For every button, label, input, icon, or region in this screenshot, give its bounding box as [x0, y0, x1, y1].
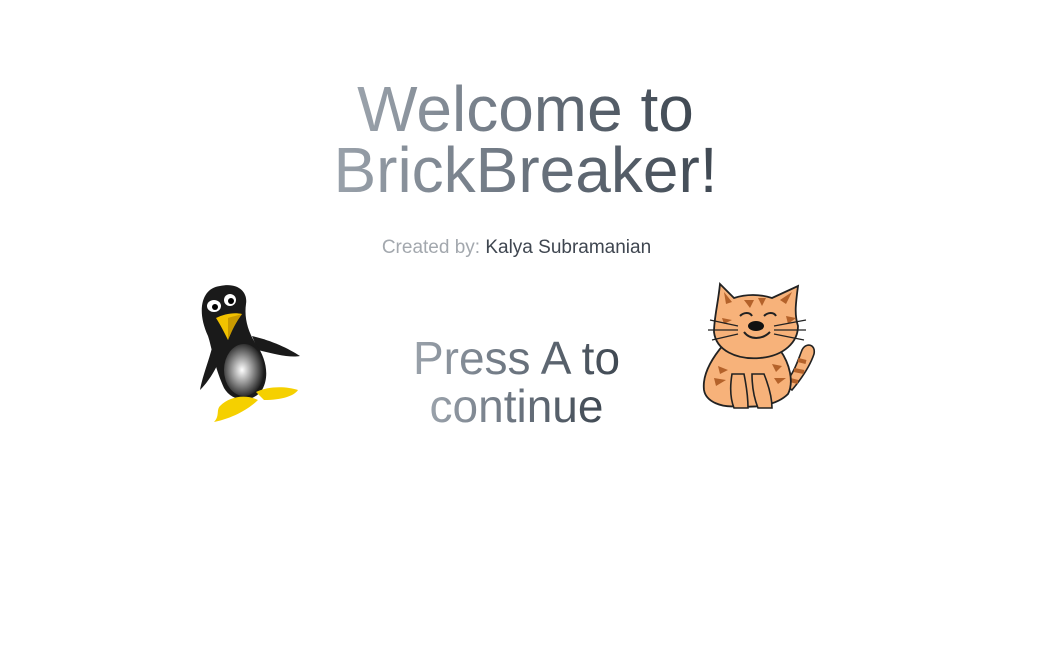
title-screen: Welcome to BrickBreaker! Created by: Kal… [0, 0, 1051, 663]
continue-prompt-line-1: Press A to [412, 332, 621, 384]
credit-line: Created by: Kalya Subramanian [0, 237, 1033, 259]
title-line-2: BrickBreaker! [333, 134, 718, 206]
credit-label: Created by: [381, 237, 481, 258]
cat-icon [702, 282, 816, 409]
title-line-1: Welcome to [357, 73, 694, 145]
credit-author: Kalya Subramanian [485, 237, 652, 258]
continue-prompt-line-2: continue [429, 380, 604, 432]
